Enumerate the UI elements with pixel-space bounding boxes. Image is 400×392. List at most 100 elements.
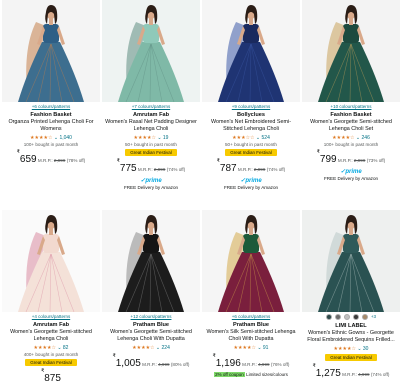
review-count[interactable]: 246 [362, 135, 370, 141]
product-title[interactable]: Women's Georgette Semi-stitched Lehenga … [302, 119, 400, 133]
product-title[interactable]: Women's Net Embroidered Semi-Stitched Le… [202, 119, 300, 133]
price: ₹1,196 [213, 353, 241, 369]
product-image[interactable] [202, 210, 300, 312]
color-swatch[interactable] [334, 314, 341, 320]
more-swatches-link[interactable]: +3 [371, 314, 376, 320]
price-row: ₹875 [2, 368, 100, 386]
star-rating-icon: ★★★★☆ [132, 345, 155, 351]
review-count[interactable]: 224 [162, 345, 170, 351]
review-count[interactable]: 82 [63, 345, 69, 351]
mrp-value: 4,999 [158, 362, 170, 367]
star-rating-icon: ★★★★☆ [233, 345, 256, 351]
coupon-note: Limited sizes/colours [246, 372, 288, 377]
mrp-label: M.R.P.: [242, 362, 257, 367]
discount: (74% off) [266, 167, 286, 172]
product-image-container[interactable] [302, 210, 400, 312]
product-image-container[interactable] [2, 0, 100, 102]
deal-badge: Great Indian Festival [325, 354, 377, 361]
product-title[interactable]: Women's Silk Semi-stitched Lehenga Choli… [202, 329, 300, 343]
delivery-info: FREE Delivery by Amazon [123, 185, 179, 190]
colours-patterns-link[interactable]: +7 colours/patterns [102, 104, 200, 109]
bought-count: 100+ bought in past month [23, 142, 79, 147]
product-card[interactable]: +10 colours/patterns Fashion Basket Women'… [302, 0, 400, 181]
product-image[interactable] [102, 0, 200, 102]
brand-name: Pratham Blue [132, 322, 170, 328]
brand-name: Amrutam Fab [132, 112, 170, 118]
rating[interactable]: ★★★★☆ ⌄ 19 [102, 135, 200, 141]
delivery-info: FREE Delivery by Amazon [223, 185, 279, 190]
product-image-container[interactable] [202, 210, 300, 312]
rating[interactable]: ★★★☆☆ ⌄ 524 [202, 135, 300, 141]
color-swatch[interactable] [352, 314, 359, 320]
review-count[interactable]: 19 [163, 135, 169, 141]
product-card[interactable]: +3 LIMI LABEL Women's Ethnic Gowns - Georg… [302, 210, 400, 381]
product-image-container[interactable] [302, 0, 400, 102]
rating[interactable]: ★★★★☆ ⌄ 224 [102, 345, 200, 351]
product-image-container[interactable] [102, 210, 200, 312]
product-image-container[interactable] [102, 0, 200, 102]
product-image[interactable] [302, 0, 400, 102]
discount: (74% off) [166, 167, 186, 172]
price-row: ₹1,275 M.R.P.: 4,999 (74% off) [302, 363, 400, 381]
product-card[interactable]: +6 colours/patterns Pratham Blue Women's S… [202, 210, 300, 377]
mrp-label: M.R.P.: [142, 362, 157, 367]
product-image[interactable] [202, 0, 300, 102]
bought-count: 100+ bought in past month [323, 142, 379, 147]
mrp-label: M.R.P.: [237, 167, 253, 172]
deal-badge: Great Indian Festival [125, 149, 177, 156]
product-grid: +6 colours/patterns Fashion Basket Organza… [0, 0, 400, 392]
price-value: 775 [119, 163, 137, 174]
price-value: 659 [19, 154, 37, 165]
price: ₹659 [17, 149, 37, 165]
product-title[interactable]: Women's Georgette Semi-stitched Lehenga … [2, 329, 100, 343]
price: ₹1,005 [113, 353, 141, 369]
rating[interactable]: ★★★★☆ ⌄ 82 [2, 345, 100, 351]
product-card[interactable]: +9 colours/patterns Bollyclues Women's Net… [202, 0, 300, 190]
product-title[interactable]: Organza Printed Lehenga Choli For Womens [2, 119, 100, 133]
mrp: M.R.P.: 2,999 (74% off) [137, 167, 186, 172]
discount: (80% off) [170, 362, 190, 367]
price: ₹1,275 [313, 363, 341, 379]
rating[interactable]: ★★★★☆ ⌄ 246 [302, 135, 400, 141]
color-swatch[interactable] [343, 314, 350, 320]
colours-patterns-link[interactable]: +6 colours/patterns [202, 314, 300, 319]
product-title[interactable]: Women's Georgette Semi-stitched Lehenga … [102, 329, 200, 343]
coupon-badge: 2% off coupon [214, 372, 245, 377]
star-rating-icon: ★★★☆☆ [232, 135, 255, 141]
star-rating-icon: ★★★★☆ [33, 345, 56, 351]
review-count[interactable]: 91 [263, 345, 269, 351]
review-count[interactable]: 30 [363, 346, 369, 352]
product-title[interactable]: Women's Rasal Net Padding Designer Lehen… [102, 119, 200, 133]
color-swatch[interactable] [325, 314, 332, 320]
product-card[interactable]: +12 colours/patterns Pratham Blue Women's … [102, 210, 200, 371]
rating[interactable]: ★★★★☆ ⌄ 91 [202, 345, 300, 351]
rating[interactable]: ★★★★☆ ⌄ 30 [302, 346, 400, 352]
product-card[interactable]: +7 colours/patterns Amrutam Fab Women's Ra… [102, 0, 200, 190]
product-image[interactable] [2, 0, 100, 102]
price: ₹775 [117, 158, 137, 174]
colours-patterns-link[interactable]: +6 colours/patterns [2, 104, 100, 109]
price-value: 787 [219, 163, 237, 174]
mrp: M.R.P.: 2,999 (78% off) [37, 158, 85, 163]
colours-patterns-link[interactable]: +12 colours/patterns [102, 314, 200, 319]
product-card[interactable]: +4 colours/patterns Amrutam Fab Women's Ge… [2, 210, 100, 386]
review-count[interactable]: 524 [262, 135, 270, 141]
mrp: M.R.P.: 4,999 (76% off) [241, 362, 289, 367]
product-image-container[interactable] [2, 210, 100, 312]
rating[interactable]: ★★★★☆ ⌄ 1,040 [2, 135, 100, 141]
color-swatch[interactable] [361, 314, 368, 320]
review-count[interactable]: 1,040 [59, 135, 72, 141]
colours-patterns-link[interactable]: +4 colours/patterns [2, 314, 100, 319]
product-image[interactable] [102, 210, 200, 312]
star-rating-icon: ★★★★☆ [332, 135, 355, 141]
brand-name: Bollyclues [237, 112, 265, 118]
product-card[interactable]: +6 colours/patterns Fashion Basket Organza… [2, 0, 100, 167]
mrp-value: 4,999 [358, 372, 370, 377]
product-image[interactable] [2, 210, 100, 312]
product-image[interactable] [302, 210, 400, 312]
colours-patterns-link[interactable]: +9 colours/patterns [202, 104, 300, 109]
coupon[interactable]: 2% off coupon Limited sizes/colours [202, 372, 300, 377]
product-image-container[interactable] [202, 0, 300, 102]
colours-patterns-link[interactable]: +10 colours/patterns [302, 104, 400, 109]
product-title[interactable]: Women's Ethnic Gowns - Georgette Floral … [302, 330, 400, 344]
